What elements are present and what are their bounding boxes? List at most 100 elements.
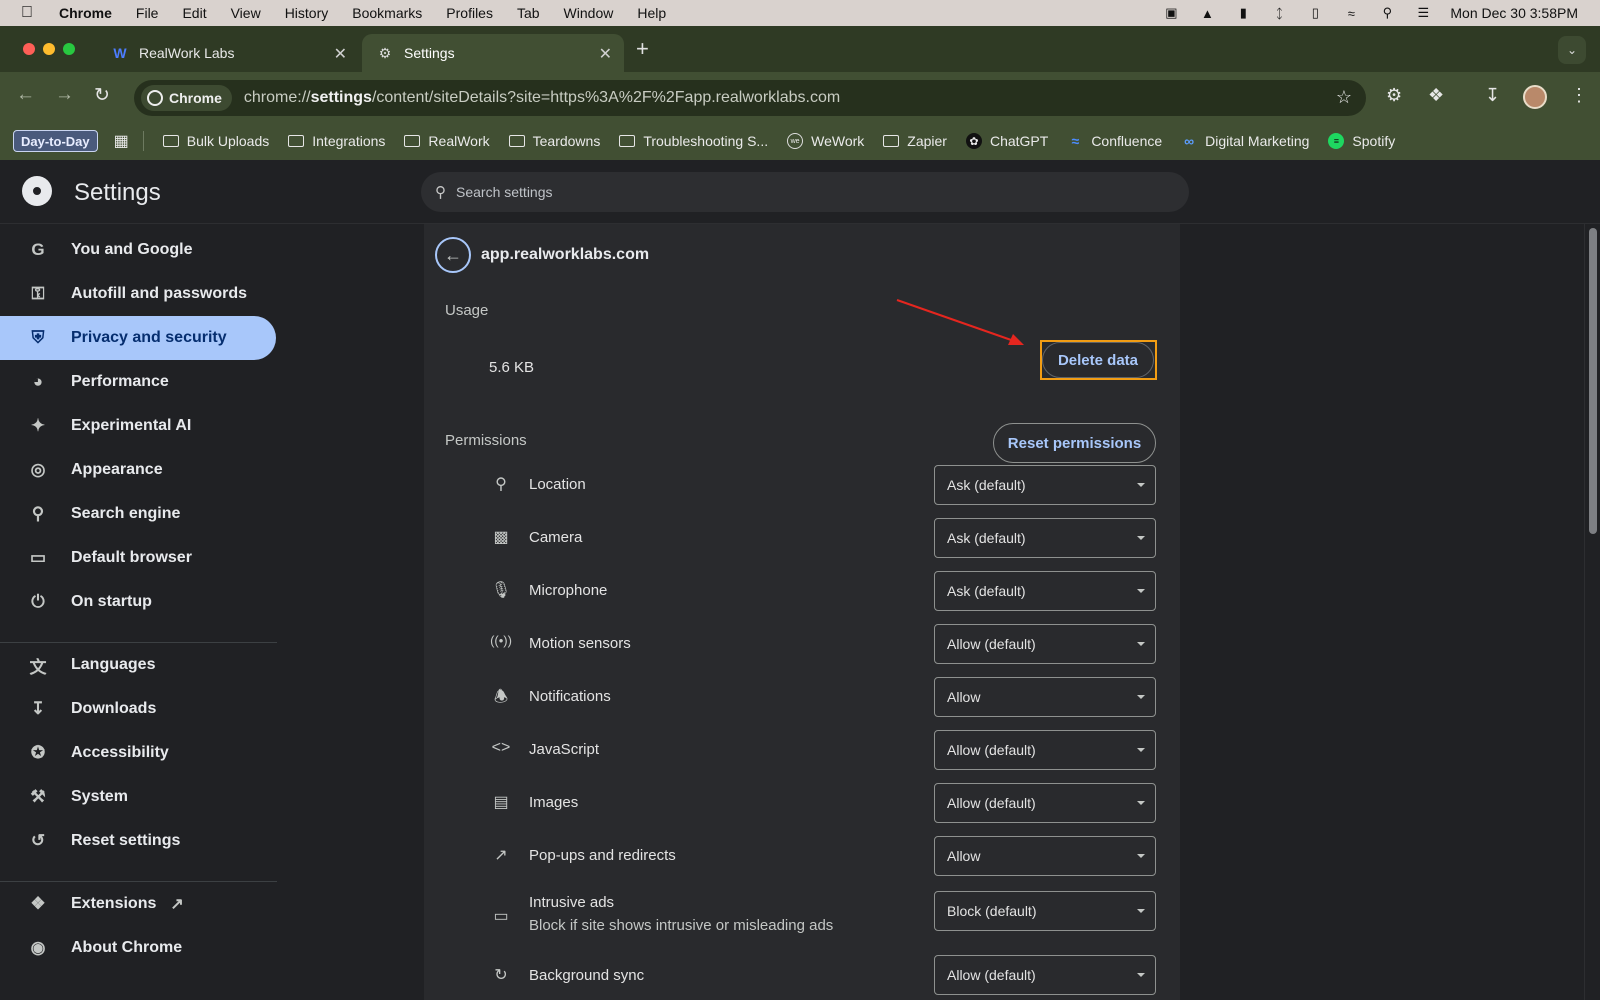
close-tab-icon[interactable]: ✕ <box>599 44 612 64</box>
bookmark-digital-marketing[interactable]: ∞ Digital Marketing <box>1181 133 1309 149</box>
page-scrollbar[interactable] <box>1584 224 1600 1000</box>
bookmark-wework[interactable]: we WeWork <box>787 133 864 149</box>
permission-select-images[interactable]: Allow (default) <box>934 783 1156 823</box>
tab-title: RealWork Labs <box>139 45 235 61</box>
minimize-window-button[interactable] <box>43 43 55 55</box>
permission-select-camera[interactable]: Ask (default) <box>934 518 1156 558</box>
sidebar-item-you-and-google[interactable]: G You and Google <box>0 228 276 272</box>
tab-strip: W RealWork Labs ✕ ⚙ Settings ✕ <box>0 26 1600 72</box>
back-button[interactable]: ← <box>435 237 471 273</box>
menu-history[interactable]: History <box>285 5 329 21</box>
menu-help[interactable]: Help <box>637 5 666 21</box>
extensions-puzzle-icon[interactable]: ❖ <box>1428 85 1444 106</box>
sidebar-item-label: Autofill and passwords <box>71 285 248 302</box>
reload-icon[interactable]: ↻ <box>94 84 110 107</box>
close-window-button[interactable] <box>23 43 35 55</box>
url-text[interactable]: chrome://settings/content/siteDetails?si… <box>244 89 840 107</box>
sidebar-item-extensions[interactable]: ❖ Extensions ↗ <box>0 882 276 926</box>
wrench-icon: ⚒ <box>30 787 46 806</box>
ads-icon: ▭ <box>493 908 509 925</box>
key-icon: ⚿ <box>31 284 45 303</box>
bookmark-integrations[interactable]: Integrations <box>288 133 385 149</box>
permission-select-background-sync[interactable]: Allow (default) <box>934 955 1156 995</box>
drive-icon[interactable]: ▲ <box>1198 6 1216 21</box>
tab-search-button[interactable]: ⌄ <box>1558 36 1586 64</box>
new-tab-button[interactable]: + <box>636 36 649 62</box>
menu-profiles[interactable]: Profiles <box>446 5 493 21</box>
sidebar-item-experimental-ai[interactable]: ✦ Experimental AI <box>0 404 276 448</box>
sidebar-item-performance[interactable]: ◕ Performance <box>0 360 276 404</box>
sidebar-item-search-engine[interactable]: ⚲ Search engine <box>0 492 276 536</box>
site-info-chip[interactable]: Chrome <box>141 85 232 111</box>
remote-desktop-icon[interactable]: ▣ <box>1162 5 1180 20</box>
profile-avatar[interactable] <box>1523 85 1547 109</box>
bookmark-spotify[interactable]: ≡ Spotify <box>1328 133 1395 149</box>
permission-select-popups[interactable]: Allow <box>934 836 1156 876</box>
forward-arrow-icon[interactable]: → <box>55 84 74 106</box>
menu-bookmarks[interactable]: Bookmarks <box>352 5 422 21</box>
menu-app-name[interactable]: Chrome <box>59 5 112 21</box>
bookmark-group-day-to-day[interactable]: Day-to-Day <box>13 130 98 152</box>
sidebar-item-accessibility[interactable]: ✪ Accessibility <box>0 731 276 775</box>
sidebar-item-autofill[interactable]: ⚿ Autofill and passwords <box>0 272 276 316</box>
sidebar-item-privacy[interactable]: ⛨ Privacy and security <box>0 316 276 360</box>
extension-gear-icon[interactable]: ⚙ <box>1386 85 1402 106</box>
permission-sublabel: Block if site shows intrusive or mislead… <box>529 917 834 934</box>
search-settings-input[interactable]: ⚲ Search settings <box>421 172 1189 212</box>
sidebar-item-on-startup[interactable]: ⏻ On startup <box>0 580 276 624</box>
spotlight-search-icon[interactable]: ⚲ <box>1378 5 1396 20</box>
permission-row-popups: ↗ Pop-ups and redirects Allow <box>424 830 1180 883</box>
address-bar[interactable]: Chrome chrome://settings/content/siteDet… <box>134 80 1366 116</box>
bookmark-troubleshooting[interactable]: Troubleshooting S... <box>619 133 768 149</box>
download-icon[interactable]: ↧ <box>1485 85 1500 106</box>
permission-select-microphone[interactable]: Ask (default) <box>934 571 1156 611</box>
bookmark-bulk-uploads[interactable]: Bulk Uploads <box>162 133 269 149</box>
sidebar-item-reset-settings[interactable]: ↺ Reset settings <box>0 819 276 863</box>
close-tab-icon[interactable]: ✕ <box>334 44 347 64</box>
bluetooth-icon[interactable]: ᛨ <box>1270 6 1288 21</box>
bookmark-zapier[interactable]: Zapier <box>883 133 947 149</box>
menu-edit[interactable]: Edit <box>182 5 206 21</box>
tab-settings[interactable]: ⚙ Settings ✕ <box>362 34 624 72</box>
apple-icon[interactable]:  <box>21 4 41 22</box>
back-arrow-icon[interactable]: ← <box>16 84 35 106</box>
permission-select-javascript[interactable]: Allow (default) <box>934 730 1156 770</box>
sidebar-item-languages[interactable]: 文 Languages <box>0 643 276 687</box>
settings-header: Settings ⚲ Search settings <box>0 160 1600 224</box>
control-center-icon[interactable]: ☰ <box>1414 5 1432 20</box>
bookmark-star-icon[interactable]: ☆ <box>1336 87 1352 108</box>
bookmark-realwork[interactable]: RealWork <box>404 133 490 149</box>
audio-levels-icon[interactable]: ▮ <box>1234 5 1252 20</box>
chatgpt-icon: ✿ <box>965 133 982 149</box>
sidebar-item-label: Downloads <box>71 700 157 717</box>
menu-window[interactable]: Window <box>564 5 614 21</box>
apps-grid-icon[interactable]: ▦ <box>114 131 129 151</box>
sidebar-item-about-chrome[interactable]: ◉ About Chrome <box>0 926 276 970</box>
bookmark-divider <box>142 131 144 151</box>
permission-select-location[interactable]: Ask (default) <box>934 465 1156 505</box>
scrollbar-thumb[interactable] <box>1589 228 1597 534</box>
menu-view[interactable]: View <box>231 5 261 21</box>
menu-file[interactable]: File <box>136 5 159 21</box>
sidebar-item-system[interactable]: ⚒ System <box>0 775 276 819</box>
more-menu-icon[interactable]: ⋮ <box>1570 85 1588 106</box>
tab-realwork-labs[interactable]: W RealWork Labs ✕ <box>97 34 359 72</box>
bookmark-chatgpt[interactable]: ✿ ChatGPT <box>965 133 1048 149</box>
bookmark-teardowns[interactable]: Teardowns <box>508 133 600 149</box>
permission-select-motion-sensors[interactable]: Allow (default) <box>934 624 1156 664</box>
battery-icon[interactable]: ▯ <box>1306 5 1324 20</box>
sidebar-item-downloads[interactable]: ↧ Downloads <box>0 687 276 731</box>
permission-label: Motion sensors <box>529 635 631 652</box>
sidebar-item-default-browser[interactable]: ▭ Default browser <box>0 536 276 580</box>
sidebar-item-label: About Chrome <box>71 939 183 956</box>
zoom-window-button[interactable] <box>63 43 75 55</box>
bookmark-confluence[interactable]: ≈ Confluence <box>1067 133 1162 149</box>
sidebar-item-appearance[interactable]: ◎ Appearance <box>0 448 276 492</box>
reset-permissions-button[interactable]: Reset permissions <box>993 423 1156 463</box>
permission-row-motion-sensors: ((•)) Motion sensors Allow (default) <box>424 618 1180 671</box>
permission-select-notifications[interactable]: Allow <box>934 677 1156 717</box>
menu-clock[interactable]: Mon Dec 30 3:58PM <box>1450 5 1578 21</box>
menu-tab[interactable]: Tab <box>517 5 540 21</box>
permission-select-intrusive-ads[interactable]: Block (default) <box>934 891 1156 931</box>
wifi-icon[interactable]: ≈ <box>1342 6 1360 21</box>
